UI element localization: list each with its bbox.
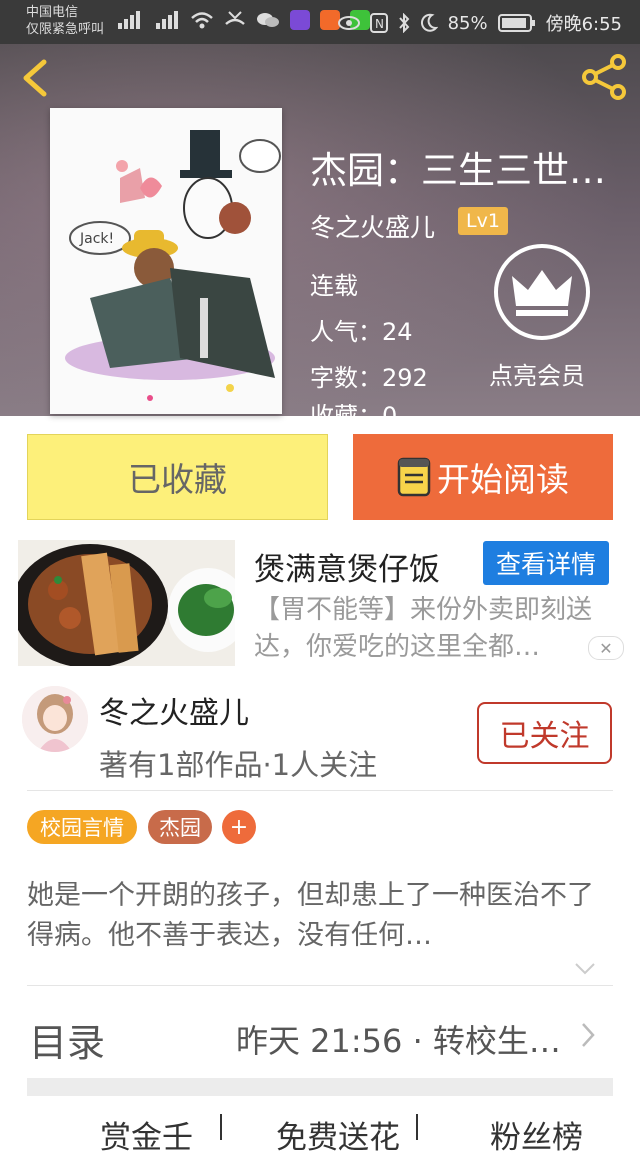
ad-title[interactable]: 煲满意煲仔饭: [254, 544, 440, 589]
wifi-icon: [191, 12, 213, 29]
chevron-right-icon[interactable]: [578, 1020, 598, 1050]
favorite-button-label: 已收藏: [128, 460, 227, 499]
tab-reward[interactable]: 赏金壬: [100, 1112, 193, 1157]
signal-icon: [118, 11, 140, 29]
clock: 傍晚6:55: [545, 14, 622, 35]
back-icon[interactable]: [18, 58, 50, 98]
add-tag-button[interactable]: +: [222, 810, 256, 844]
follow-button[interactable]: 已关注: [477, 702, 612, 764]
book-title: 杰园：三生三世…: [310, 149, 606, 192]
book-collections: 收藏：0: [310, 404, 397, 416]
tag-label: 杰园: [159, 816, 201, 840]
start-reading-label: 开始阅读: [437, 460, 569, 499]
food-image: [18, 540, 235, 666]
avatar-image: [22, 686, 88, 752]
chevron-down-icon[interactable]: [574, 962, 596, 976]
book-collections-text: 收藏：0: [310, 404, 397, 416]
book-cover[interactable]: Jack!: [50, 108, 282, 414]
section-separator: [27, 1078, 613, 1096]
battery-percent: 85%: [447, 12, 488, 34]
divider: [27, 985, 613, 986]
status-bar: 中国电信 仅限紧急呼叫 N 85% 傍晚6:55: [0, 0, 640, 44]
start-reading-button[interactable]: 开始阅读: [353, 434, 613, 520]
notification-icons: [114, 10, 370, 30]
book-icon: [397, 457, 431, 497]
toc-latest-chapter[interactable]: 昨天 21:56 · 转校生…: [236, 1016, 566, 1062]
signal-icon-2: [156, 11, 178, 29]
svg-text:Jack!: Jack!: [79, 231, 114, 247]
tab-send-flowers[interactable]: 免费送花: [276, 1112, 400, 1157]
book-popularity: 人气：24: [310, 318, 413, 346]
bottom-tabs: 赏金壬 免费送花 粉丝榜: [0, 1112, 640, 1156]
tag-jieyuan[interactable]: 杰园: [148, 810, 212, 844]
ad-image[interactable]: [18, 540, 235, 666]
book-author[interactable]: 冬之火盛儿: [310, 208, 435, 244]
vip-button[interactable]: [494, 244, 590, 340]
share-icon[interactable]: [580, 54, 630, 100]
bluetooth-icon: [398, 13, 409, 33]
favorite-button[interactable]: 已收藏: [27, 434, 328, 520]
crown-icon: [512, 270, 572, 316]
svg-text:N: N: [375, 17, 384, 31]
moon-icon: [420, 13, 438, 32]
nfc-icon: N: [369, 13, 388, 33]
tab-separator: [416, 1114, 418, 1140]
toc-label[interactable]: 目录: [29, 1012, 105, 1067]
app-icon-purple: [290, 10, 310, 30]
carrier-name: 中国电信: [26, 5, 79, 20]
book-status: 连载: [310, 272, 358, 300]
battery-icon: [497, 14, 535, 32]
author-info: 著有1部作品·1人关注: [99, 748, 378, 782]
book-word-count: 字数：292: [310, 364, 428, 392]
follow-button-label: 已关注: [499, 719, 590, 754]
author-avatar[interactable]: [22, 686, 88, 752]
author-level-badge: Lv1: [458, 207, 508, 235]
tag-campus-romance[interactable]: 校园言情: [27, 810, 137, 844]
ad-close-icon[interactable]: ✕: [588, 636, 624, 660]
cover-illustration: Jack!: [50, 108, 282, 414]
missed-call-icon: [225, 11, 245, 25]
add-tag-label: +: [229, 814, 249, 840]
wechat-icon: [257, 13, 279, 27]
system-status: N 85% 傍晚6:55: [337, 10, 622, 36]
tab-separator: [220, 1114, 222, 1140]
vip-label[interactable]: 点亮会员: [489, 356, 585, 391]
author-name[interactable]: 冬之火盛儿: [99, 688, 249, 732]
tab-fan-rankings[interactable]: 粉丝榜: [490, 1112, 583, 1157]
eye-icon: [337, 16, 360, 30]
carrier-info: 中国电信 仅限紧急呼叫: [26, 4, 104, 38]
emergency-only: 仅限紧急呼叫: [26, 22, 105, 37]
ad-description[interactable]: 【胃不能等】来份外卖即刻送达，你爱吃的这里全都…: [254, 592, 614, 666]
divider: [27, 790, 613, 791]
ad-details-button[interactable]: 查看详情: [483, 541, 609, 585]
tag-label: 校园言情: [40, 816, 124, 840]
book-description[interactable]: 她是一个开朗的孩子，但却患上了一种医治不了得病。他不善于表达，没有任何…: [27, 876, 615, 956]
